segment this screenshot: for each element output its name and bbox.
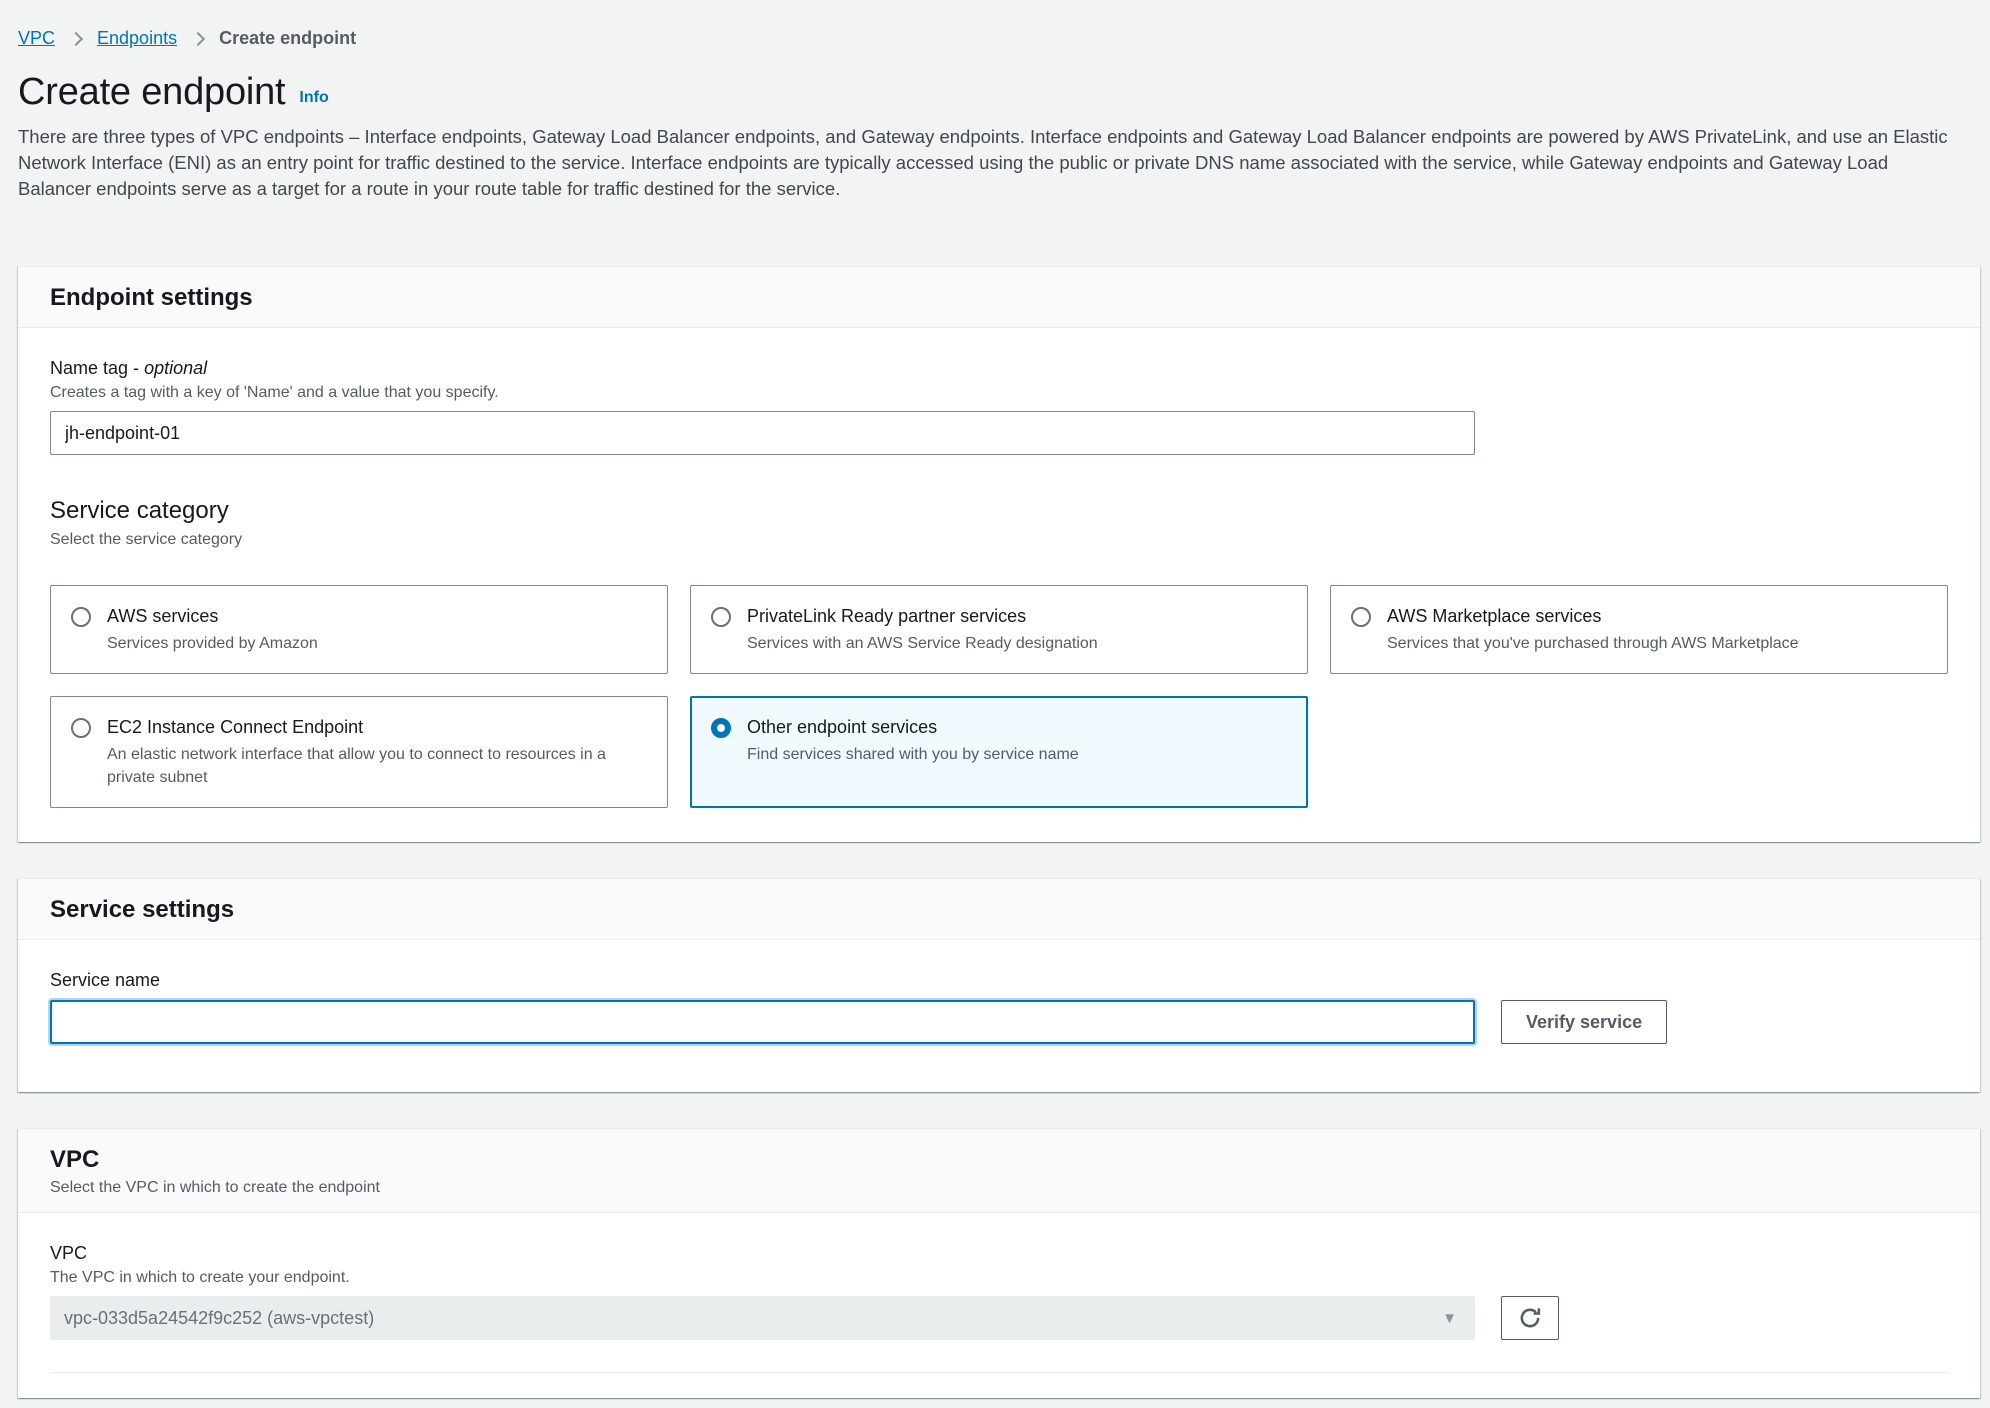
radio-unchecked-icon[interactable] bbox=[71, 718, 91, 738]
vpc-card: VPC Select the VPC in which to create th… bbox=[18, 1128, 1980, 1398]
breadcrumb-link-vpc[interactable]: VPC bbox=[18, 28, 55, 49]
endpoint-settings-card: Endpoint settings Name tag - optional Cr… bbox=[18, 266, 1980, 842]
option-description: Find services shared with you by service… bbox=[747, 746, 1079, 763]
name-tag-label: Name tag - optional bbox=[50, 358, 1948, 379]
service-category-subtitle: Select the service category bbox=[50, 531, 243, 548]
option-description: Services that you've purchased through A… bbox=[1387, 635, 1799, 652]
vpc-card-title: VPC bbox=[50, 1146, 100, 1173]
option-aws-services[interactable]: AWS services Services provided by Amazon bbox=[50, 585, 668, 674]
service-category-title: Service category bbox=[50, 497, 229, 524]
option-title: Other endpoint services bbox=[747, 717, 938, 737]
breadcrumb: VPC Endpoints Create endpoint bbox=[18, 28, 1980, 49]
option-description: Services with an AWS Service Ready desig… bbox=[747, 635, 1098, 652]
vpc-select-value: vpc-033d5a24542f9c252 (aws-vpctest) bbox=[64, 1307, 375, 1328]
option-title: EC2 Instance Connect Endpoint bbox=[107, 717, 364, 737]
option-title: AWS services bbox=[107, 606, 219, 626]
vpc-field-label: VPC bbox=[50, 1243, 88, 1263]
endpoint-settings-title: Endpoint settings bbox=[50, 284, 253, 311]
refresh-icon bbox=[1520, 1308, 1541, 1328]
service-settings-title: Service settings bbox=[50, 896, 235, 923]
option-description: Services provided by Amazon bbox=[107, 635, 318, 652]
name-tag-label-text: Name tag - bbox=[50, 358, 140, 378]
page-title: Create endpoint bbox=[18, 71, 286, 113]
option-privatelink-ready-partner-services[interactable]: PrivateLink Ready partner services Servi… bbox=[690, 585, 1308, 674]
breadcrumb-chevron-icon bbox=[68, 31, 84, 47]
option-description: An elastic network interface that allow … bbox=[107, 746, 606, 786]
vpc-card-subtitle: Select the VPC in which to create the en… bbox=[50, 1179, 380, 1196]
page-description: There are three types of VPC endpoints –… bbox=[18, 126, 1948, 199]
breadcrumb-chevron-icon bbox=[191, 31, 206, 47]
endpoint-settings-header: Endpoint settings bbox=[18, 267, 1980, 328]
vpc-select[interactable]: vpc-033d5a24542f9c252 (aws-vpctest) ▼ bbox=[50, 1296, 1475, 1340]
option-title: AWS Marketplace services bbox=[1387, 606, 1602, 626]
vpc-card-header: VPC Select the VPC in which to create th… bbox=[18, 1129, 1980, 1213]
breadcrumb-link-endpoints[interactable]: Endpoints bbox=[97, 28, 177, 49]
vpc-field-help: The VPC in which to create your endpoint… bbox=[50, 1269, 350, 1286]
verify-service-button[interactable]: Verify service bbox=[1501, 1000, 1668, 1044]
breadcrumb-current: Create endpoint bbox=[219, 28, 357, 48]
caret-down-icon: ▼ bbox=[1442, 1309, 1457, 1327]
option-other-endpoint-services[interactable]: Other endpoint services Find services sh… bbox=[690, 696, 1308, 808]
radio-unchecked-icon[interactable] bbox=[711, 607, 731, 627]
service-settings-card: Service settings Service name Verify ser… bbox=[18, 878, 1980, 1092]
radio-unchecked-icon[interactable] bbox=[71, 607, 91, 627]
name-tag-help: Creates a tag with a key of 'Name' and a… bbox=[50, 384, 499, 401]
service-settings-header: Service settings bbox=[18, 879, 1980, 940]
info-link[interactable]: Info bbox=[299, 89, 328, 114]
radio-unchecked-icon[interactable] bbox=[1351, 607, 1371, 627]
name-tag-input[interactable] bbox=[50, 411, 1475, 455]
option-ec2-instance-connect-endpoint[interactable]: EC2 Instance Connect Endpoint An elastic… bbox=[50, 696, 668, 808]
service-category-options: AWS services Services provided by Amazon… bbox=[50, 585, 1948, 808]
radio-checked-icon[interactable] bbox=[711, 718, 731, 738]
option-aws-marketplace-services[interactable]: AWS Marketplace services Services that y… bbox=[1330, 585, 1948, 674]
service-name-label: Service name bbox=[50, 970, 161, 990]
service-name-input[interactable] bbox=[50, 1000, 1475, 1044]
refresh-vpc-button[interactable] bbox=[1501, 1296, 1559, 1340]
name-tag-optional-text: optional bbox=[144, 358, 208, 378]
page-content: VPC Endpoints Create endpoint Create end… bbox=[0, 0, 1990, 1398]
option-title: PrivateLink Ready partner services bbox=[747, 606, 1027, 626]
